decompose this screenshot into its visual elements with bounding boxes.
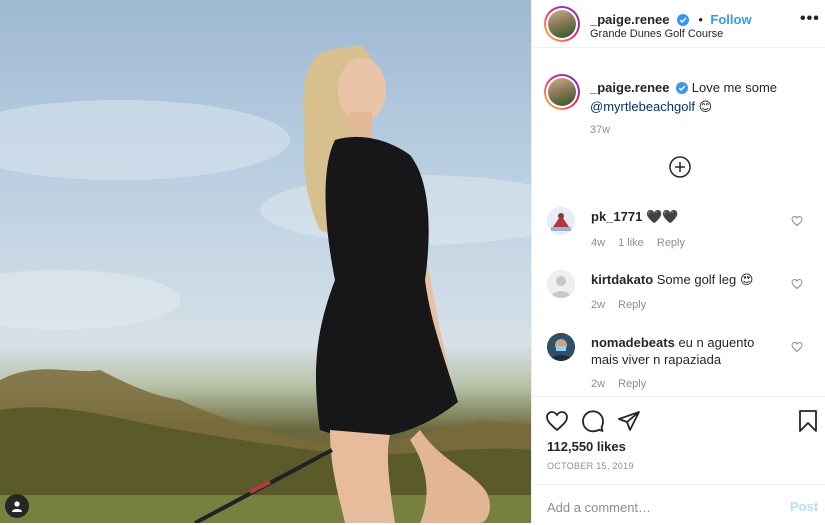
comment-likes[interactable]: 1 like [618,237,644,249]
comment-time[interactable]: 2w [591,299,605,311]
commenter-avatar[interactable] [547,207,575,235]
comment-text: 🖤🖤 [645,209,679,224]
post-header: _paige.renee • Follow Grande Dunes Golf … [532,0,825,48]
share-icon[interactable] [617,409,641,433]
caption-time[interactable]: 37w [590,124,610,136]
instagram-post: _paige.renee • Follow Grande Dunes Golf … [0,0,825,523]
more-options-icon[interactable]: ••• [800,10,820,28]
verified-badge-icon [676,81,689,98]
comment-item: pk_1771 🖤🖤 4w 1 like Reply [547,205,817,255]
reply-button[interactable]: Reply [618,378,646,390]
comment-like-icon[interactable] [791,277,803,295]
add-comment-bar: Add a comment… Post [532,484,825,525]
reply-button[interactable]: Reply [657,237,685,249]
caption-avatar[interactable] [544,74,580,110]
post-comment-button[interactable]: Post [790,499,818,514]
plus-circle-icon[interactable] [669,156,691,178]
post-photo[interactable] [0,0,531,523]
separator-dot: • [698,12,703,27]
commenter-avatar[interactable] [547,270,575,298]
user-tag-icon[interactable] [5,494,29,518]
comment-like-icon[interactable] [791,340,803,358]
location-link[interactable]: Grande Dunes Golf Course [590,28,723,40]
comment-like-icon[interactable] [791,214,803,232]
comment-username[interactable]: kirtdakato [591,272,653,287]
post-actions: 112,550 likes OCTOBER 15, 2019 Add a com… [532,396,825,524]
author-avatar[interactable] [544,6,580,42]
bookmark-icon[interactable] [796,409,820,433]
post-caption: _paige.renee Love me some @myrtlebeachgo… [590,79,805,115]
add-comment-input[interactable]: Add a comment… [547,500,651,515]
caption-mention[interactable]: @myrtlebeachgolf [590,99,695,114]
comment-text: Some golf leg 😍 [656,272,754,287]
commenter-avatar[interactable] [547,333,575,361]
comment-icon[interactable] [581,409,605,433]
caption-emoji: 😊 [698,99,713,114]
caption-text: Love me some [691,80,778,95]
comment-item: nomadebeats eu n aguento mais viver n ra… [547,331,817,393]
caption-username[interactable]: _paige.renee [590,80,670,95]
comment-time[interactable]: 2w [591,378,605,390]
comment-item: kirtdakato Some golf leg 😍 2w Reply [547,268,817,318]
author-username[interactable]: _paige.renee [590,12,670,27]
comment-username[interactable]: nomadebeats [591,335,675,350]
post-side-panel: _paige.renee • Follow Grande Dunes Golf … [531,0,825,523]
comment-time[interactable]: 4w [591,237,605,249]
photo-scene [0,45,531,523]
follow-button[interactable]: Follow [710,12,751,27]
post-date[interactable]: OCTOBER 15, 2019 [547,461,634,471]
reply-button[interactable]: Reply [618,299,646,311]
likes-count[interactable]: 112,550 likes [547,439,626,454]
comment-username[interactable]: pk_1771 [591,209,642,224]
heart-icon[interactable] [545,409,569,433]
